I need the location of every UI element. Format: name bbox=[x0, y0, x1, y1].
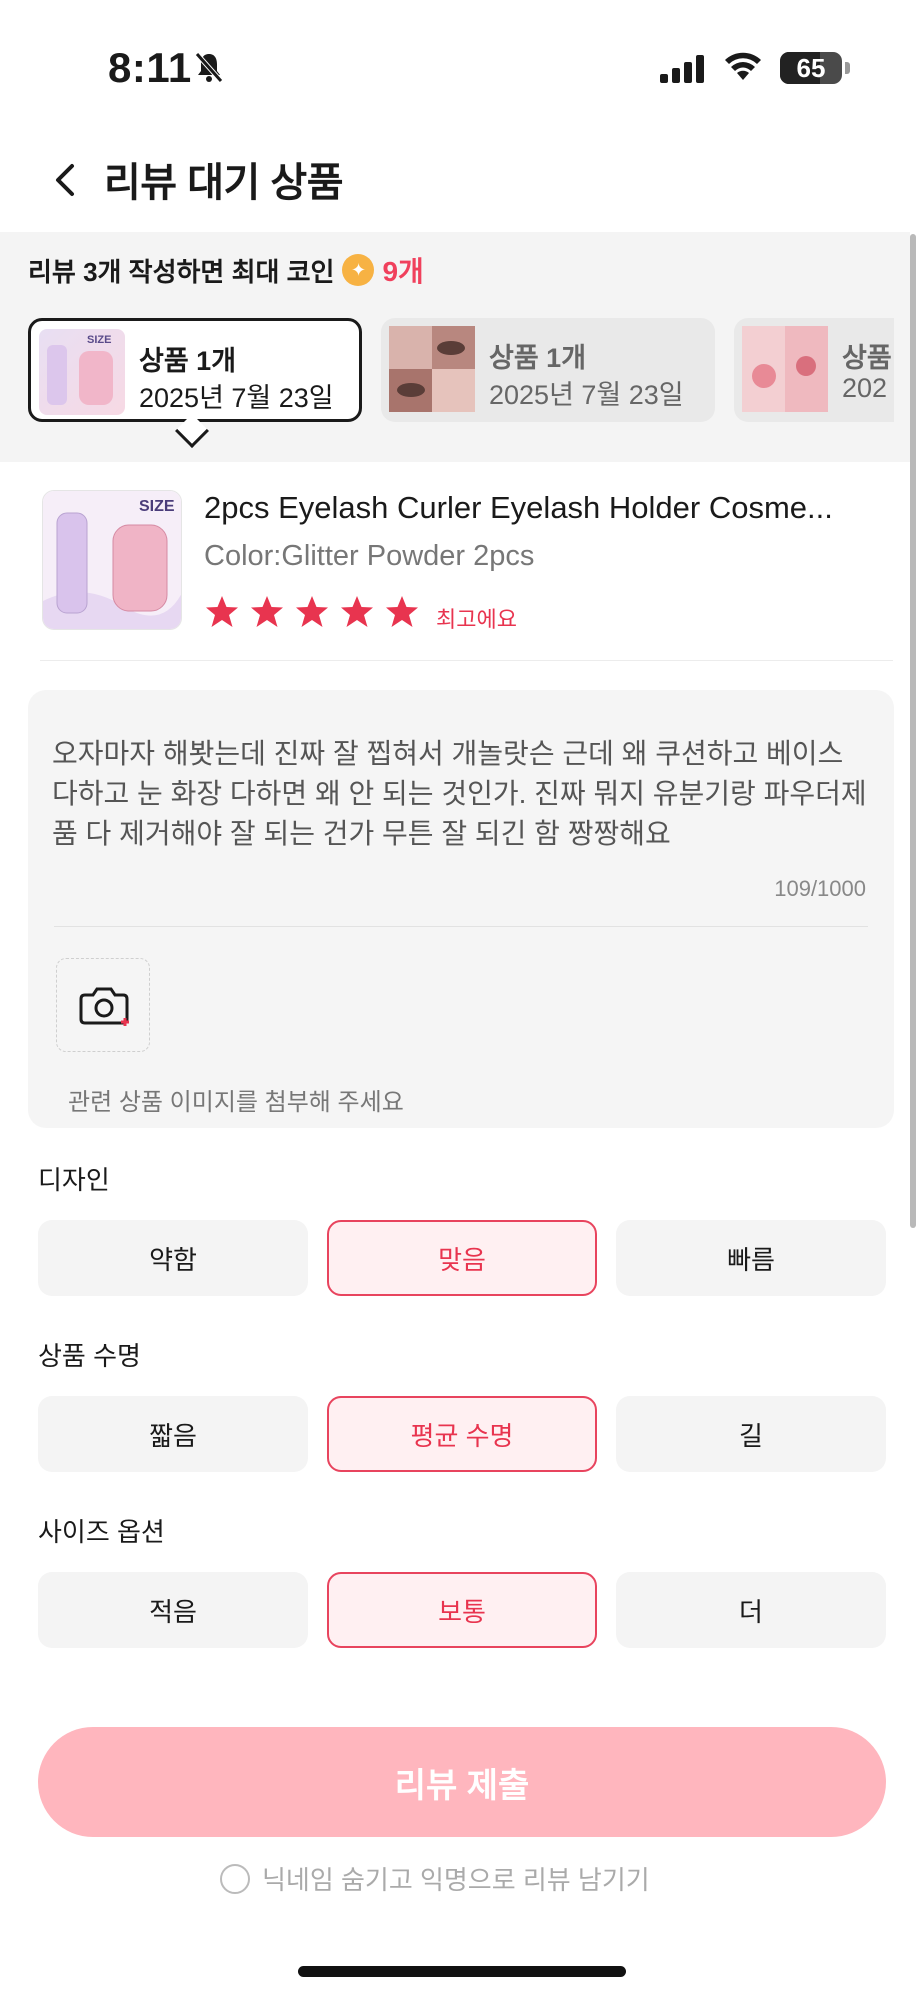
wifi-icon bbox=[725, 52, 761, 80]
product-image: SIZE bbox=[42, 490, 182, 630]
scrollbar[interactable] bbox=[910, 234, 916, 1228]
option-lifespan-short[interactable]: 짧음 bbox=[38, 1396, 308, 1472]
option-size-small[interactable]: 적음 bbox=[38, 1572, 308, 1648]
product-option: Color:Glitter Powder 2pcs bbox=[204, 540, 535, 572]
promo-text: 리뷰 3개 작성하면 최대 코인 bbox=[28, 256, 335, 287]
anonymous-radio[interactable] bbox=[220, 1863, 250, 1894]
eyelash-curler-product-image: SIZE bbox=[43, 491, 181, 629]
star-icon[interactable] bbox=[294, 594, 330, 630]
coin-promo: 리뷰 3개 작성하면 최대 코인 9개 bbox=[28, 250, 424, 290]
product-image-size-label: SIZE bbox=[139, 498, 175, 515]
product-tab-title: 상품 1개 bbox=[489, 343, 587, 373]
page-title: 리뷰 대기 상품 bbox=[104, 161, 344, 205]
divider bbox=[40, 660, 893, 661]
eye-makeup-image bbox=[389, 326, 475, 412]
option-lifespan-average[interactable]: 평균 수명 bbox=[327, 1396, 597, 1472]
product-name: 2pcs Eyelash Curler Eyelash Holder Cosme… bbox=[204, 490, 833, 525]
product-tab-date: 2025년 7월 23일 bbox=[139, 383, 334, 413]
option-row-size: 적음 보통 더 bbox=[38, 1572, 886, 1648]
option-size-normal[interactable]: 보통 bbox=[327, 1572, 597, 1648]
character-count: 109/1000 bbox=[774, 876, 866, 901]
divider bbox=[54, 926, 868, 927]
bell-muted-icon bbox=[195, 52, 223, 83]
promo-coin-count: 9개 bbox=[382, 256, 424, 287]
star-icon[interactable] bbox=[384, 594, 420, 630]
blush-makeup-image bbox=[742, 326, 828, 412]
eyelash-curler-image: SIZE bbox=[47, 334, 113, 405]
svg-text:SIZE: SIZE bbox=[87, 334, 111, 346]
product-tab-3[interactable]: 상품 202 bbox=[734, 318, 894, 422]
star-icon[interactable] bbox=[204, 594, 240, 630]
status-bar: 8:11 65 bbox=[0, 0, 923, 130]
product-tab-1[interactable]: SIZE 상품 1개 2025년 7월 23일 bbox=[28, 318, 362, 422]
product-tab-thumbnail bbox=[742, 326, 828, 412]
product-tab-title: 상품 bbox=[842, 343, 892, 373]
option-label-design: 디자인 bbox=[38, 1165, 110, 1195]
option-size-more[interactable]: 더 bbox=[616, 1572, 886, 1648]
submit-review-button[interactable]: 리뷰 제출 bbox=[38, 1727, 886, 1837]
add-photo-button[interactable] bbox=[56, 958, 150, 1052]
product-tab-date: 2025년 7월 23일 bbox=[489, 380, 684, 410]
home-indicator bbox=[298, 1966, 626, 1977]
option-row-design: 약함 맞음 빠름 bbox=[38, 1220, 886, 1296]
review-editor: 오자마자 해봣는데 진짜 잘 찝혀서 개놀랏슨 근데 왜 쿠션하고 베이스 다하… bbox=[28, 690, 894, 1128]
battery-icon: 65 bbox=[780, 52, 842, 84]
back-arrow-icon[interactable] bbox=[42, 156, 90, 204]
option-lifespan-long[interactable]: 길 bbox=[616, 1396, 886, 1472]
option-design-fast[interactable]: 빠름 bbox=[616, 1220, 886, 1296]
camera-plus-icon bbox=[79, 987, 129, 1026]
header: 리뷰 대기 상품 bbox=[0, 130, 923, 230]
option-label-size: 사이즈 옵션 bbox=[38, 1517, 165, 1547]
product-tab-title: 상품 1개 bbox=[139, 346, 237, 376]
star-rating[interactable] bbox=[204, 594, 429, 630]
photo-hint: 관련 상품 이미지를 첨부해 주세요 bbox=[68, 1089, 404, 1116]
product-tab-date: 202 bbox=[842, 373, 888, 403]
rating-label: 최고에요 bbox=[436, 607, 517, 632]
star-icon[interactable] bbox=[339, 594, 375, 630]
product-tab-thumbnail bbox=[389, 326, 475, 412]
product-tab-thumbnail: SIZE bbox=[39, 329, 125, 415]
anonymous-label: 닉네임 숨기고 익명으로 리뷰 남기기 bbox=[262, 1865, 650, 1895]
status-time: 8:11 bbox=[108, 44, 192, 91]
product-tabs: SIZE 상품 1개 2025년 7월 23일 상품 1개 2025년 7월 2… bbox=[28, 318, 894, 422]
cellular-signal-icon bbox=[660, 55, 704, 83]
option-label-lifespan: 상품 수명 bbox=[38, 1341, 141, 1371]
anonymous-review-toggle[interactable]: 닉네임 숨기고 익명으로 리뷰 남기기 bbox=[220, 1860, 650, 1897]
option-design-weak[interactable]: 약함 bbox=[38, 1220, 308, 1296]
battery-percent: 65 bbox=[796, 53, 826, 83]
option-design-fit[interactable]: 맞음 bbox=[327, 1220, 597, 1296]
battery-cap bbox=[845, 62, 850, 74]
star-icon[interactable] bbox=[249, 594, 285, 630]
coin-icon bbox=[342, 254, 375, 286]
review-textarea[interactable]: 오자마자 해봣는데 진짜 잘 찝혀서 개놀랏슨 근데 왜 쿠션하고 베이스 다하… bbox=[52, 734, 872, 866]
option-row-lifespan: 짧음 평균 수명 길 bbox=[38, 1396, 886, 1472]
product-tab-2[interactable]: 상품 1개 2025년 7월 23일 bbox=[381, 318, 715, 422]
